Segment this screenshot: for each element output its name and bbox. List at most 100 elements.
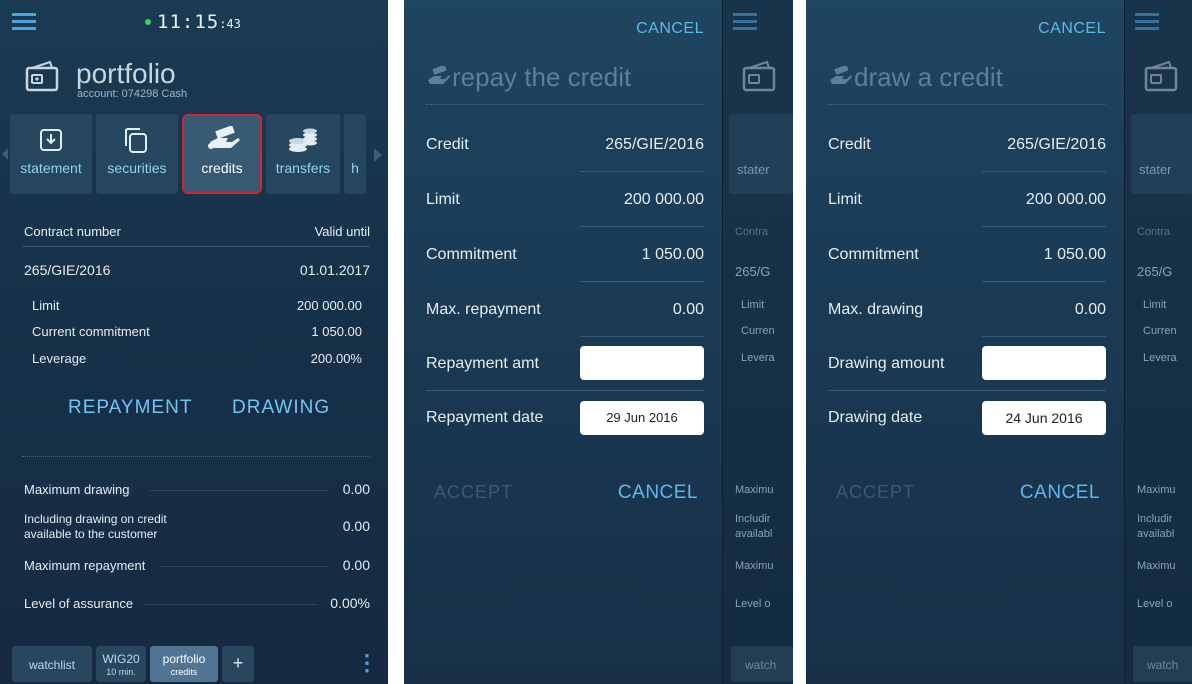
repayment-amount-input[interactable] [580, 346, 704, 380]
nav-item-statement [729, 114, 793, 194]
row-divider [426, 390, 704, 391]
nav-label-credits: credits [201, 160, 243, 176]
peek-column-header: Contra [735, 226, 769, 238]
nav-label-statement: statement [20, 160, 82, 176]
max-drawing-value: 0.00 [1074, 301, 1106, 318]
clock-seconds: :43 [219, 17, 241, 31]
commitment-label: Current commitment [32, 324, 150, 339]
commitment-label: Commitment [426, 246, 517, 263]
commitment-value: 1 050.00 [311, 324, 362, 339]
nav-item-transfers[interactable]: transfers [266, 114, 340, 194]
accept-button[interactable]: ACCEPT [434, 482, 513, 503]
title-divider [828, 104, 1106, 106]
dialog-title-text: repay the credit [452, 62, 632, 92]
max-drawing-value: 0.00 [342, 481, 370, 497]
copy-icon [96, 126, 174, 156]
row-divider [828, 390, 1106, 391]
accept-button[interactable]: ACCEPT [836, 482, 915, 503]
dialog-title-text: draw a credit [854, 62, 1003, 92]
hand-money-icon [828, 64, 854, 95]
tab-portfolio[interactable]: portfolio credits [150, 646, 218, 682]
cancel-button[interactable]: CANCEL [618, 482, 698, 504]
hand-money-icon [184, 125, 260, 156]
nav-item-securities[interactable]: securities [96, 114, 178, 194]
repayment-date-label: Repayment date [426, 409, 544, 426]
peek-leverage: Levera [741, 352, 775, 364]
wallet-icon [24, 58, 60, 94]
peek-max-drawing: Maximu [735, 484, 774, 496]
cancel-button[interactable]: CANCEL [1020, 482, 1100, 504]
repayment-date-picker[interactable]: 29 Jun 2016 [580, 401, 704, 435]
peek-tab: watch [1147, 658, 1179, 672]
repayment-button[interactable]: REPAYMENT [68, 397, 192, 419]
dialog-title: repay the credit [426, 62, 631, 95]
page-title: portfolio [76, 58, 176, 89]
including-drawing-value: 0.00 [342, 518, 370, 534]
drawing-date-picker[interactable]: 24 Jun 2016 [982, 401, 1106, 435]
peek-max-repayment: Maximu [1137, 560, 1176, 572]
cancel-top-button[interactable]: CANCEL [636, 20, 704, 38]
peek-nav-label: stater [1139, 162, 1172, 177]
limit-label: Limit [32, 298, 60, 313]
dialog-title: draw a credit [828, 62, 1003, 95]
hand-money-icon [426, 64, 452, 95]
cancel-top-button[interactable]: CANCEL [1038, 20, 1106, 38]
background-screen-peek: stater Contra 265/G Limit Curren Levera … [722, 0, 793, 684]
clock: 11:15:43 [157, 11, 241, 33]
hamburger-menu-icon [1135, 12, 1159, 32]
credit-label: Credit [426, 136, 469, 153]
summary-divider [145, 604, 318, 605]
hamburger-menu-icon[interactable] [12, 12, 36, 32]
row-divider [580, 336, 704, 337]
row-divider [982, 281, 1106, 282]
coins-icon [266, 126, 340, 156]
tab-sub-label: 10 min. [106, 667, 136, 677]
drawing-date-label: Drawing date [828, 409, 923, 426]
commitment-value: 1 050.00 [641, 246, 704, 263]
level-of-assurance-value: 0.00% [330, 595, 370, 611]
commitment-label: Commitment [828, 246, 919, 263]
nav-scroll-right-icon[interactable] [374, 148, 382, 162]
peek-current: Curren [741, 325, 775, 337]
peek-available: availabl [1137, 528, 1175, 540]
max-repayment-label: Max. repayment [426, 301, 541, 318]
summary-divider [150, 490, 328, 491]
row-divider [580, 281, 704, 282]
add-tab-button[interactable]: + [222, 646, 254, 682]
nav-label-partial: h [351, 160, 359, 176]
tab-sub-label: credits [170, 667, 198, 677]
valid-until-date: 01.01.2017 [299, 262, 370, 278]
account-subtitle: account: 074298 Cash [77, 88, 188, 100]
row-divider [580, 226, 704, 227]
peek-including: Includir [735, 513, 771, 525]
nav-scroll-left-icon[interactable] [2, 148, 8, 160]
tab-label: portfolio [162, 652, 206, 666]
peek-contract: 265/G [735, 264, 771, 279]
nav-item-credits[interactable]: credits [182, 114, 262, 194]
limit-label: Limit [426, 191, 460, 208]
row-divider [982, 171, 1106, 172]
peek-current: Curren [1143, 325, 1177, 337]
nav-item-partial[interactable]: h [344, 114, 366, 194]
more-menu-icon[interactable]: ⋮ [356, 650, 378, 676]
drawing-button[interactable]: DRAWING [232, 397, 330, 419]
including-drawing-label-line2: available to the customer [24, 527, 158, 541]
nav-item-statement[interactable]: statement [10, 114, 92, 194]
peek-level: Level o [1137, 598, 1173, 610]
limit-value: 200 000.00 [1025, 191, 1106, 208]
plus-icon: + [232, 653, 244, 673]
max-drawing-label: Maximum drawing [24, 482, 134, 497]
tab-watchlist[interactable]: watchlist [12, 646, 92, 682]
drawing-amount-input[interactable] [982, 346, 1106, 380]
tab-wig20[interactable]: WIG20 10 min. [96, 646, 146, 682]
table-header-divider [22, 246, 370, 247]
row-divider [580, 171, 704, 172]
peek-level: Level o [735, 598, 771, 610]
contract-number[interactable]: 265/GIE/2016 [24, 262, 110, 278]
tab-label: WIG20 [102, 652, 140, 666]
hamburger-menu-icon [733, 12, 757, 32]
row-divider [982, 226, 1106, 227]
level-of-assurance-label: Level of assurance [24, 596, 134, 611]
peek-available: availabl [735, 528, 773, 540]
limit-label: Limit [828, 191, 862, 208]
